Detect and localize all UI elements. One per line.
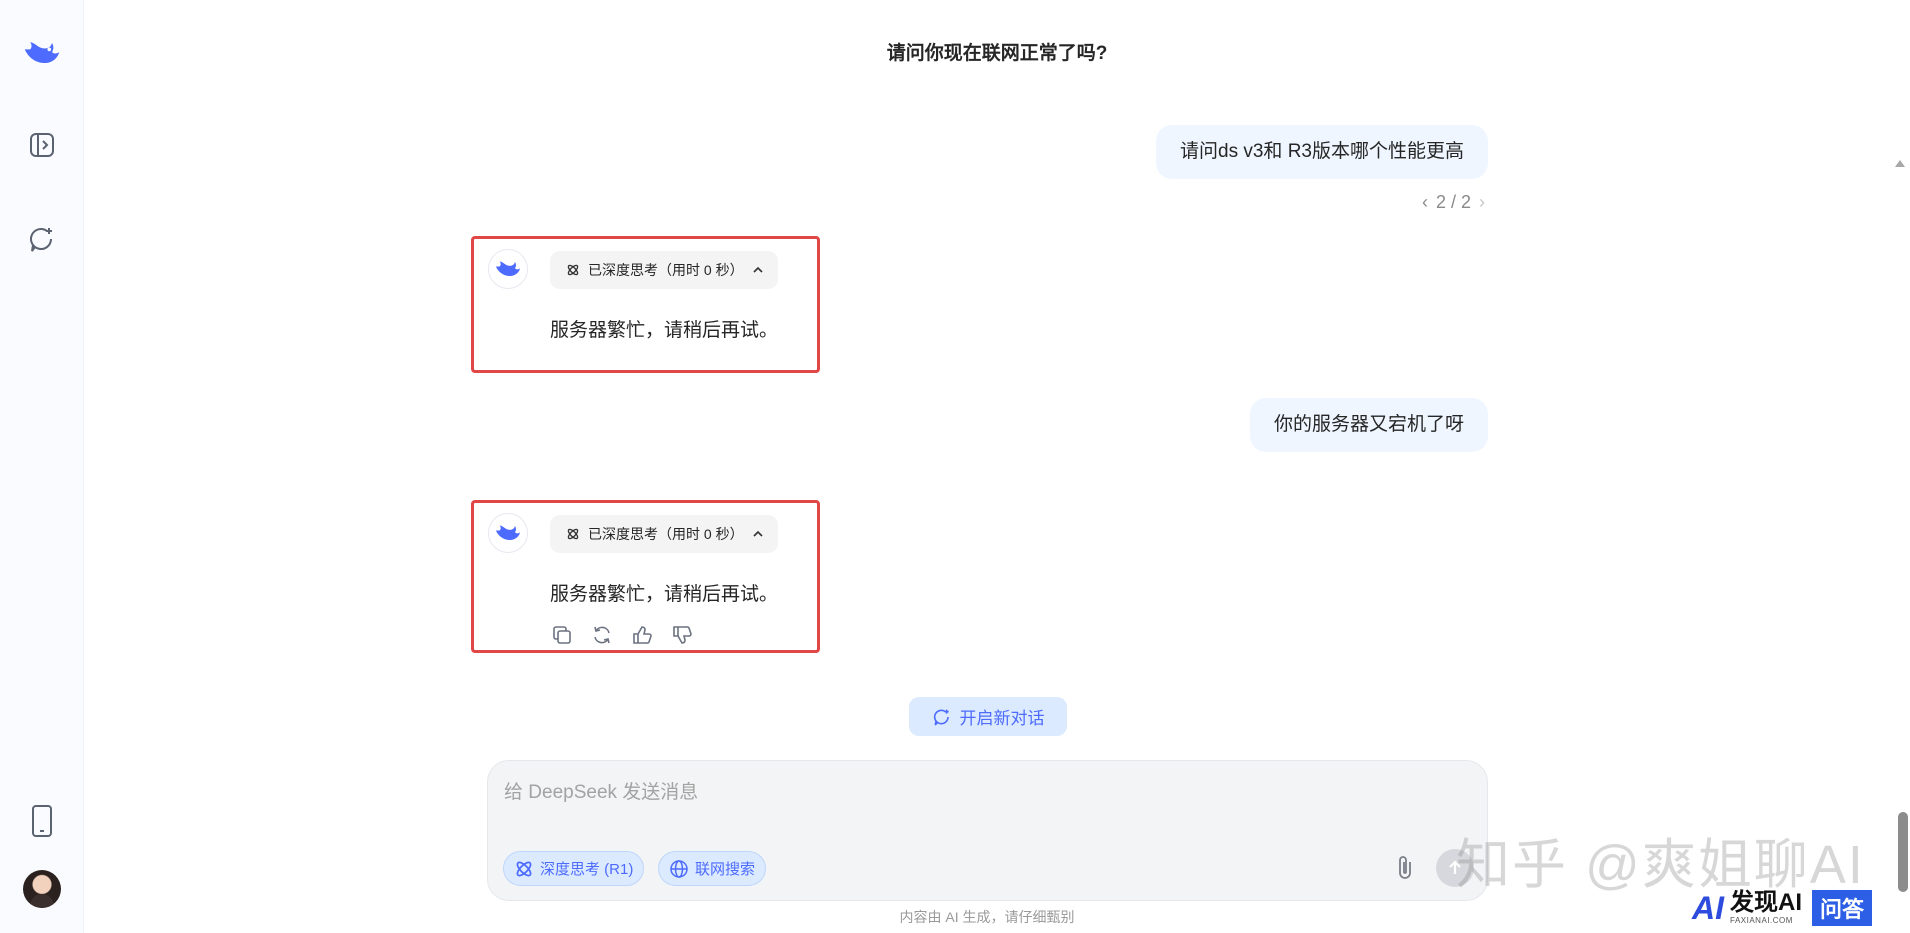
deepseek-avatar-icon — [488, 249, 528, 289]
message-pager: ‹ 2 / 2 › — [1422, 192, 1485, 213]
sidebar — [0, 0, 84, 933]
brand-site: FAXIANAI.COM — [1730, 916, 1793, 925]
copy-icon[interactable] — [550, 623, 574, 647]
web-search-label: 联网搜索 — [695, 861, 756, 878]
globe-icon — [670, 859, 688, 878]
think-label: 已深度思考（用时 0 秒） — [588, 526, 744, 542]
deep-think-toggle[interactable]: 已深度思考（用时 0 秒） — [550, 515, 778, 553]
atom-icon — [567, 264, 579, 276]
deepseek-logo-icon[interactable] — [22, 33, 62, 73]
deep-think-label: 深度思考 (R1) — [540, 861, 634, 878]
thumbs-down-icon[interactable] — [670, 623, 694, 647]
web-search-button[interactable]: 联网搜索 — [658, 851, 767, 886]
chevron-up-icon — [753, 530, 763, 537]
ai-disclaimer: 内容由 AI 生成，请仔细甄别 — [899, 909, 1075, 925]
user-avatar[interactable] — [23, 870, 61, 908]
zhihu-watermark: 知乎 @爽姐聊AI — [1456, 835, 1865, 895]
brand-mark: AI — [1692, 890, 1724, 926]
regenerate-icon[interactable] — [590, 623, 614, 647]
think-label: 已深度思考（用时 0 秒） — [588, 262, 744, 278]
user-message: 你的服务器又宕机了呀 — [1249, 398, 1488, 452]
pager-count: 2 / 2 — [1435, 192, 1471, 212]
message-actions — [550, 623, 694, 647]
new-chat-icon — [933, 709, 949, 725]
deep-think-toggle[interactable]: 已深度思考（用时 0 秒） — [550, 251, 778, 289]
brand-badge: 问答 — [1812, 890, 1873, 926]
ai-message-text: 服务器繁忙，请稍后再试。 — [550, 584, 779, 605]
new-chat-button[interactable]: 开启新对话 — [909, 697, 1067, 736]
faxianai-brand: AI 发现AI FAXIANAI.COM 问答 — [1692, 889, 1873, 926]
chevron-left-icon[interactable]: ‹ — [1422, 192, 1428, 213]
chevron-right-icon[interactable]: › — [1479, 192, 1485, 213]
brand-name: 发现AI — [1730, 889, 1802, 916]
message-input[interactable] — [504, 777, 1404, 809]
message-composer: 深度思考 (R1) 联网搜索 — [487, 760, 1488, 901]
ai-message-text: 服务器繁忙，请稍后再试。 — [550, 320, 779, 341]
ai-message: 已深度思考（用时 0 秒） 服务器繁忙，请稍后再试。 — [471, 236, 820, 373]
expand-sidebar-icon[interactable] — [22, 125, 62, 165]
thumbs-up-icon[interactable] — [630, 623, 654, 647]
new-chat-label: 开启新对话 — [959, 709, 1045, 728]
user-message: 请问ds v3和 R3版本哪个性能更高 — [1156, 125, 1488, 179]
chat-scrollbar[interactable] — [1895, 80, 1908, 890]
conversation-title: 请问你现在联网正常了吗? — [886, 43, 1108, 64]
ai-message: 已深度思考（用时 0 秒） 服务器繁忙，请稍后再试。 — [471, 500, 820, 653]
atom-icon — [516, 861, 532, 876]
scrollbar-thumb[interactable] — [1898, 812, 1908, 892]
mobile-app-icon[interactable] — [22, 801, 62, 841]
chevron-up-icon — [753, 266, 763, 273]
scroll-up-icon[interactable] — [1895, 160, 1905, 167]
atom-icon — [567, 528, 579, 540]
attach-file-icon[interactable] — [1390, 853, 1420, 883]
deepseek-avatar-icon — [488, 513, 528, 553]
deep-think-button[interactable]: 深度思考 (R1) — [503, 851, 645, 886]
new-chat-icon[interactable] — [22, 219, 62, 259]
